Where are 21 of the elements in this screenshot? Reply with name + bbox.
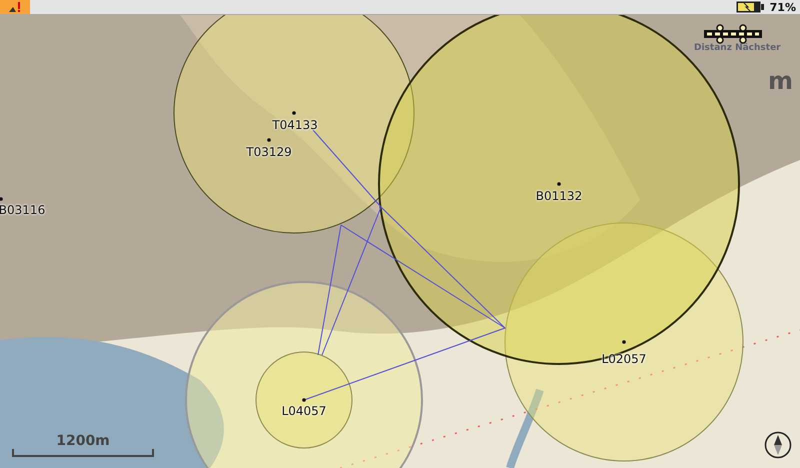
waypoint-label: L02057 xyxy=(602,352,646,366)
scale-ruler-icon xyxy=(12,449,154,457)
waypoint-dot[interactable] xyxy=(292,111,296,115)
distance-unit: m xyxy=(768,67,794,95)
waypoint-dot[interactable] xyxy=(557,182,561,186)
scale-text: 1200m xyxy=(56,433,110,449)
map-view[interactable]: T04133 T03129 B03116 B01132 L02057 L04057 Distanz Nächster m 1200m xyxy=(0,15,800,468)
warning-icon xyxy=(8,1,22,13)
battery-percentage: 71% xyxy=(770,0,796,14)
battery-icon xyxy=(736,1,764,13)
flight-mode-icon[interactable] xyxy=(703,24,763,44)
waypoint-label: T03129 xyxy=(246,145,292,159)
waypoint-dot[interactable] xyxy=(267,138,271,142)
waypoint-label: L04057 xyxy=(282,404,326,418)
waypoint-dot[interactable] xyxy=(622,340,626,344)
waypoint-dot[interactable] xyxy=(302,398,306,402)
distance-label: Distanz Nächster xyxy=(694,43,781,53)
waypoint-label: T04133 xyxy=(272,118,318,132)
waypoint-label: B01132 xyxy=(536,189,582,203)
compass-icon[interactable] xyxy=(764,431,792,459)
waypoint-label: B03116 xyxy=(0,203,46,217)
